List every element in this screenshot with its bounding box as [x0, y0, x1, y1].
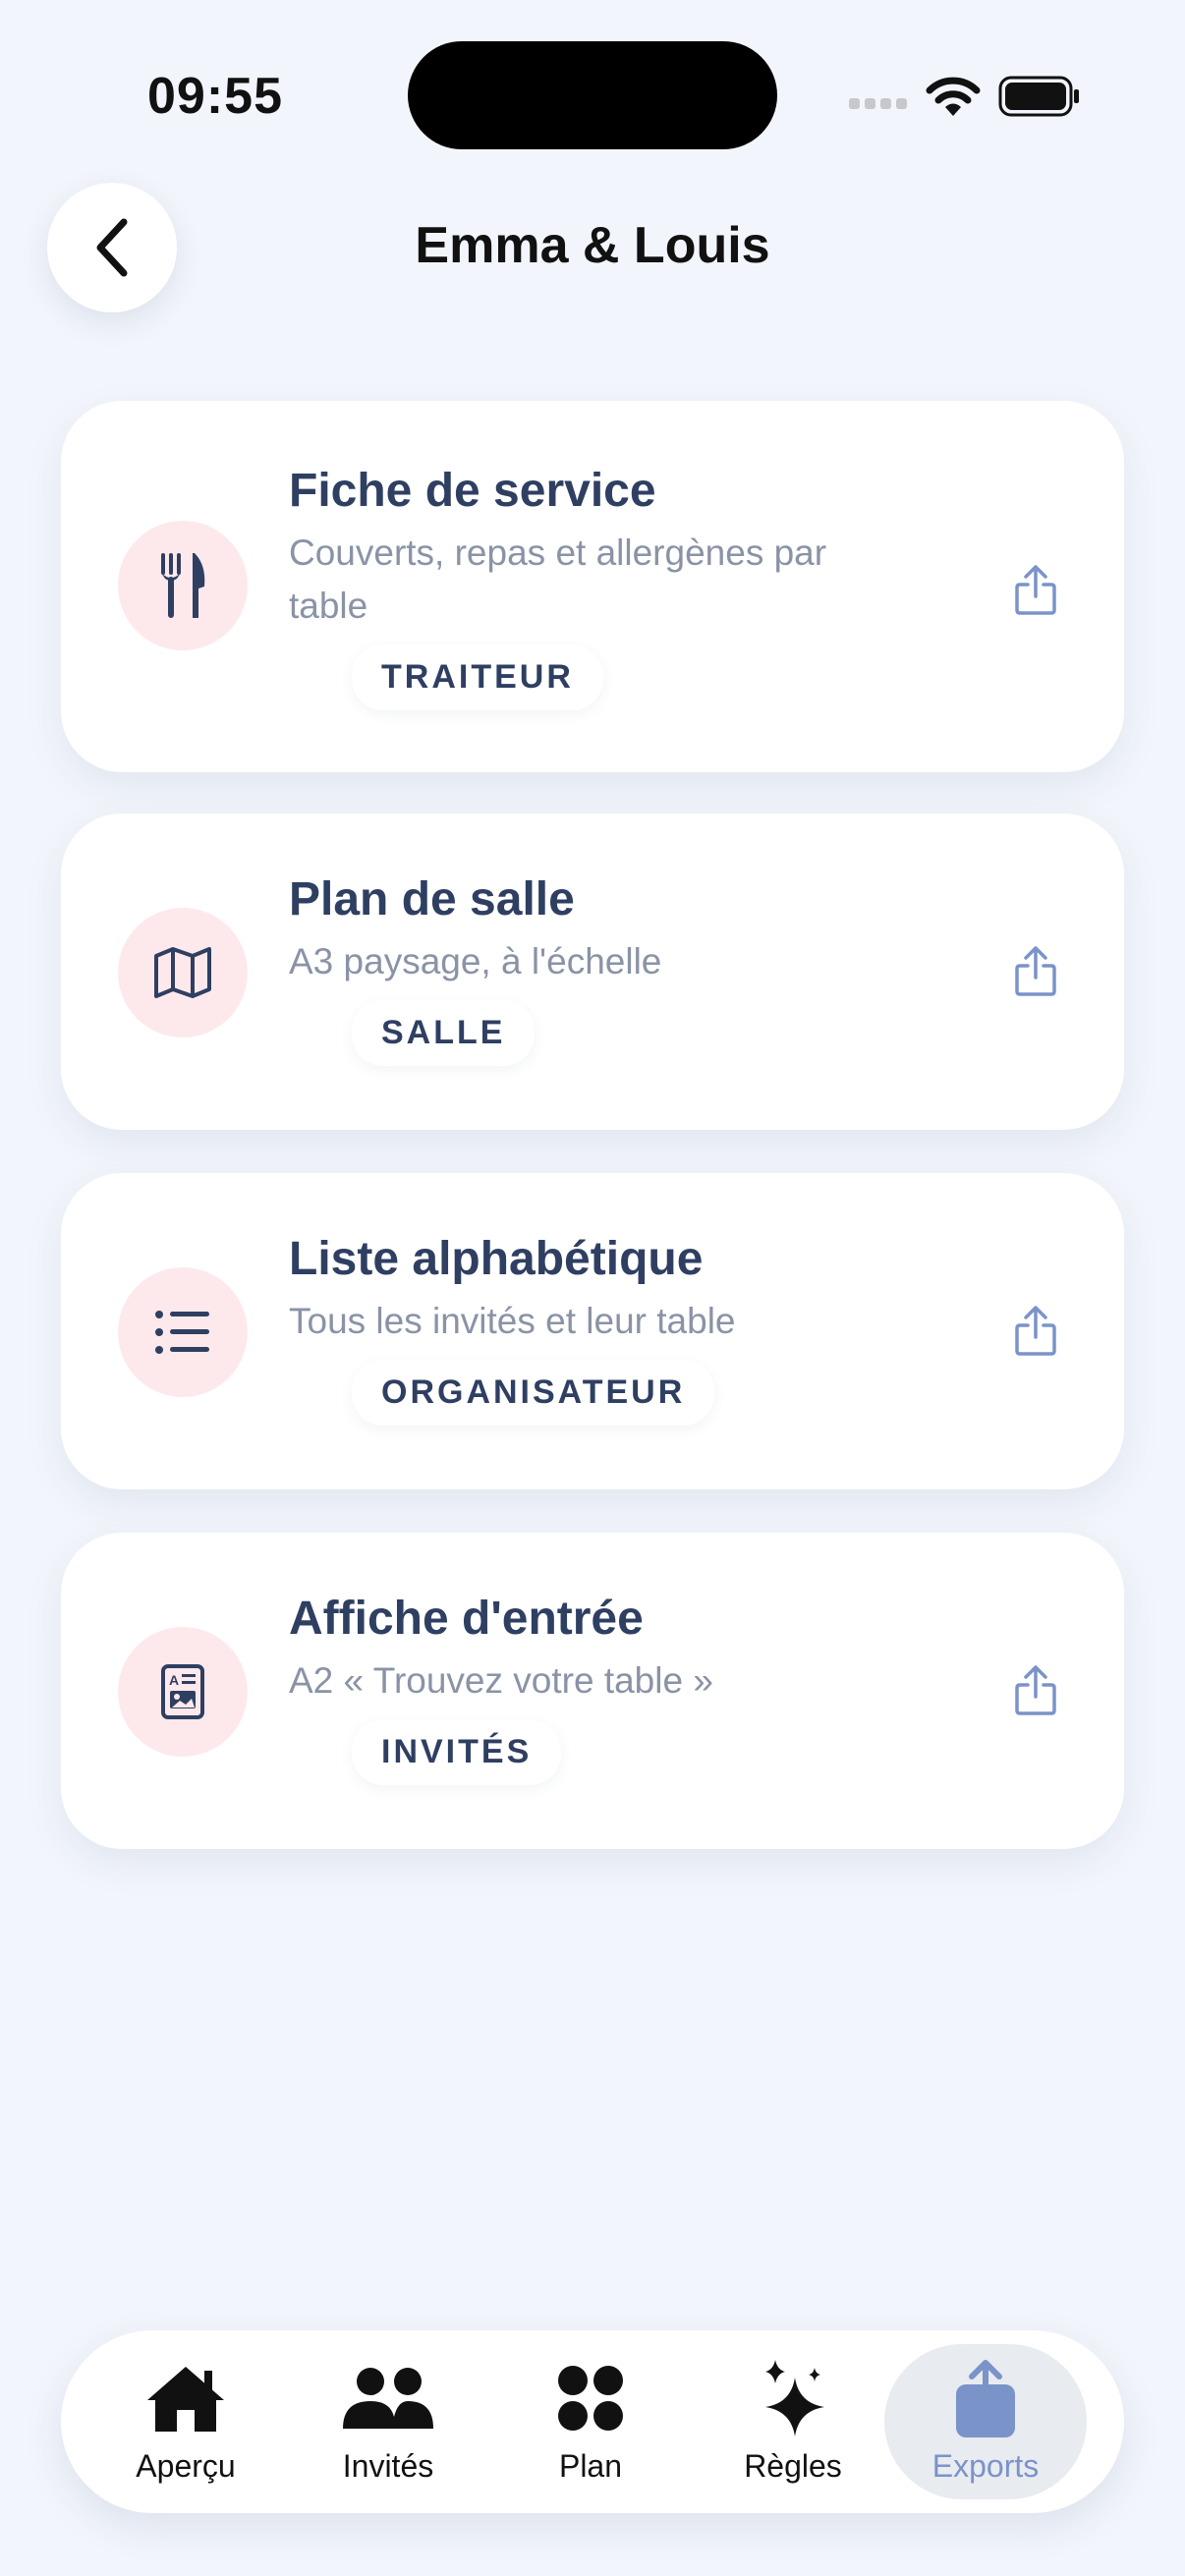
tab-regles[interactable]: Règles	[692, 2344, 894, 2499]
share-button[interactable]	[1004, 1299, 1067, 1362]
audience-tag: SALLE	[352, 1000, 536, 1066]
tab-label: Règles	[744, 2448, 842, 2484]
card-description: Couverts, repas et allergènes par table	[289, 532, 827, 626]
card-description: A2 « Trouvez votre table »	[289, 1660, 713, 1701]
circles-icon	[558, 2366, 623, 2431]
audience-tag: TRAITEUR	[352, 644, 603, 710]
sparkles-icon	[765, 2360, 824, 2436]
tab-label: Exports	[931, 2448, 1040, 2484]
tab-label: Plan	[558, 2448, 623, 2484]
card-title: Affiche d'entrée	[289, 1593, 644, 1645]
export-card-alphabetical-list[interactable]: Liste alphabétique Tous les invités et l…	[61, 1173, 1124, 1489]
tab-bar: Aperçu Invités Plan Règles Exports	[61, 2330, 1124, 2513]
cellular-signal-icon	[849, 98, 907, 109]
share-button[interactable]	[1004, 558, 1067, 621]
house-icon	[147, 2367, 224, 2432]
share-icon	[1015, 565, 1056, 615]
share-icon	[1015, 946, 1056, 996]
tab-plan[interactable]: Plan	[489, 2344, 692, 2499]
list-icon	[118, 1267, 248, 1397]
wifi-icon	[926, 77, 981, 116]
share-icon	[956, 2360, 1015, 2437]
status-time: 09:55	[147, 68, 283, 125]
card-description: A3 paysage, à l'échelle	[289, 941, 662, 981]
tab-label: Invités	[342, 2448, 434, 2484]
card-title: Liste alphabétique	[289, 1233, 704, 1285]
export-card-room-plan[interactable]: Plan de salle A3 paysage, à l'échelle SA…	[61, 813, 1124, 1130]
card-description: Tous les invités et leur table	[289, 1301, 736, 1341]
fork-knife-icon	[118, 521, 248, 650]
svg-text:A: A	[169, 1672, 179, 1688]
dynamic-island	[408, 41, 777, 149]
audience-tag: INVITÉS	[352, 1719, 562, 1785]
battery-icon	[998, 76, 1079, 117]
share-icon	[1015, 1665, 1056, 1715]
map-icon	[118, 908, 248, 1037]
share-button[interactable]	[1004, 939, 1067, 1002]
export-card-entrance-poster[interactable]: A Affiche d'entrée A2 « Trouvez votre ta…	[61, 1533, 1124, 1849]
people-icon	[343, 2368, 433, 2429]
card-title: Fiche de service	[289, 465, 656, 517]
poster-icon: A	[118, 1627, 248, 1757]
tab-apercu[interactable]: Aperçu	[85, 2344, 287, 2499]
card-title: Plan de salle	[289, 873, 575, 925]
tab-exports[interactable]: Exports	[884, 2344, 1087, 2499]
share-icon	[1015, 1306, 1056, 1356]
audience-tag: ORGANISATEUR	[352, 1360, 715, 1426]
export-card-service-sheet[interactable]: Fiche de service Couverts, repas et alle…	[61, 401, 1124, 772]
tab-invites[interactable]: Invités	[287, 2344, 489, 2499]
tab-label: Aperçu	[136, 2448, 236, 2484]
page-title: Emma & Louis	[415, 217, 770, 274]
share-button[interactable]	[1004, 1658, 1067, 1721]
